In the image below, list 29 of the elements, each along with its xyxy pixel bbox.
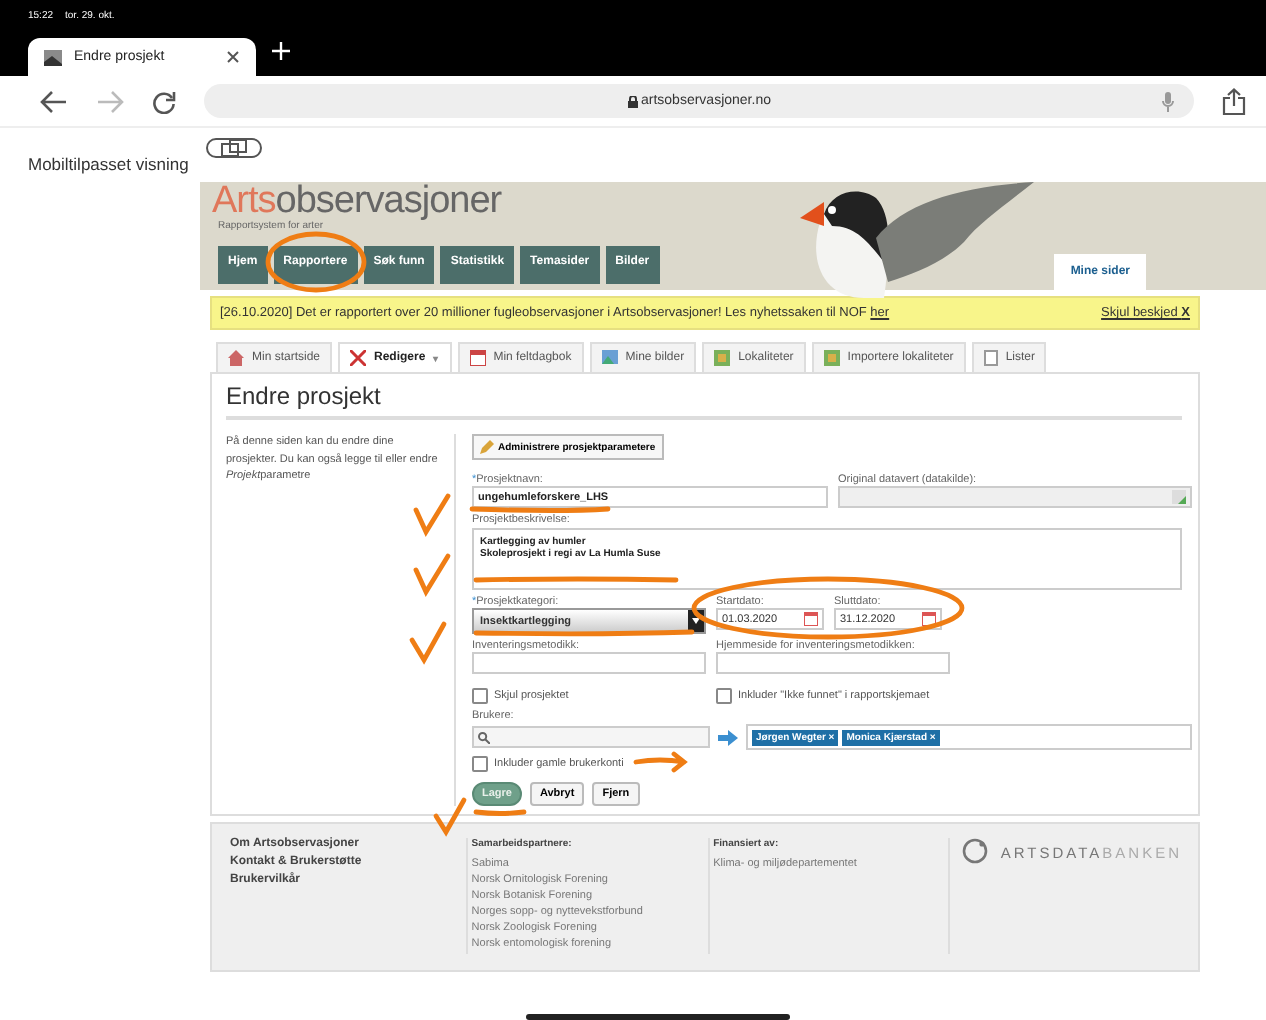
calendar-icon[interactable]: [922, 612, 936, 626]
house-icon: [228, 350, 244, 366]
page-heading: Endre prosjekt: [226, 382, 1182, 420]
site-logo[interactable]: Artsobservasjoner: [212, 184, 660, 220]
share-icon[interactable]: [1222, 87, 1246, 115]
microphone-icon[interactable]: [1162, 91, 1174, 111]
homepage-field[interactable]: [716, 652, 950, 674]
image-icon: [601, 350, 618, 366]
user-search-field[interactable]: [472, 726, 710, 748]
search-icon: [478, 731, 490, 743]
forward-icon[interactable]: [96, 89, 124, 113]
document-icon: [983, 350, 998, 366]
pencil-icon: [480, 440, 494, 454]
add-arrow-icon[interactable]: [718, 729, 738, 745]
close-icon[interactable]: [226, 50, 240, 64]
checkbox[interactable]: [472, 688, 488, 704]
checkbox[interactable]: [472, 756, 488, 772]
mobile-view-label: Mobiltilpasset visning: [28, 154, 189, 174]
site-favicon-icon: [44, 49, 62, 65]
toggle-switch-icon[interactable]: [206, 138, 262, 158]
new-tab-icon[interactable]: [272, 42, 290, 60]
checkbox[interactable]: [716, 688, 732, 704]
reload-icon[interactable]: [152, 89, 176, 113]
calendar-icon[interactable]: [804, 612, 818, 626]
calendar-icon: [469, 350, 486, 366]
back-icon[interactable]: [40, 89, 68, 113]
method-field[interactable]: [472, 652, 706, 674]
lock-icon: [627, 95, 637, 107]
brand-logo-icon: [962, 838, 989, 864]
